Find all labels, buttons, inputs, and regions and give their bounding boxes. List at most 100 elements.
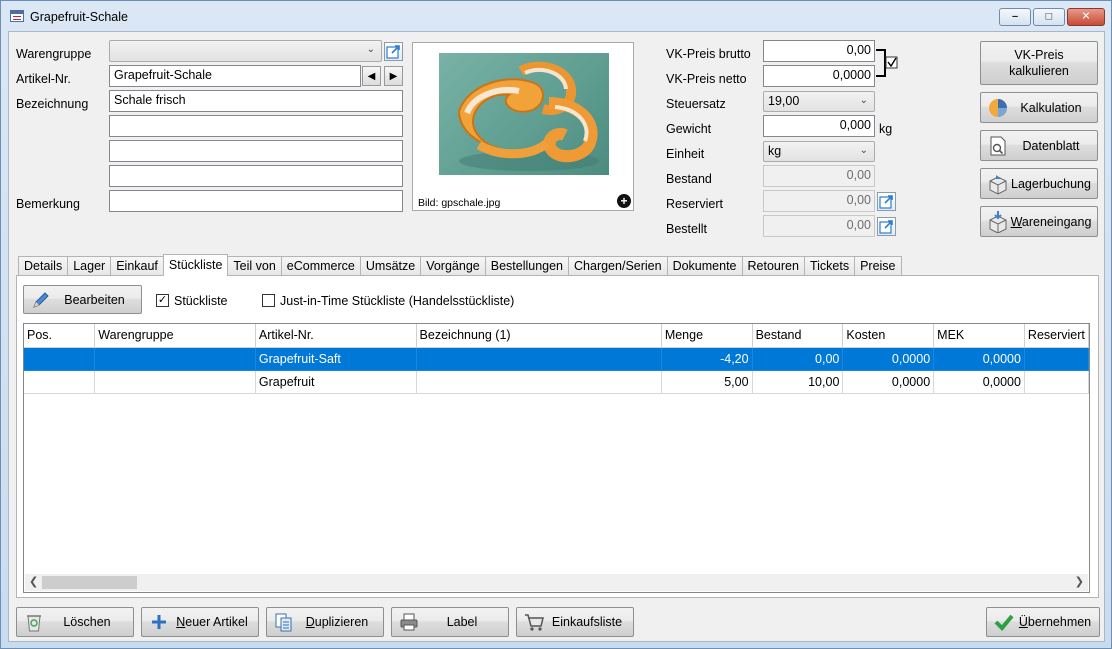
scroll-right-icon[interactable]: ❯ xyxy=(1075,575,1084,588)
cell-warengruppe[interactable] xyxy=(94,370,256,394)
warengruppe-open-button[interactable] xyxy=(384,42,403,61)
article-image-box[interactable]: Bild: gpschale.jpg + xyxy=(412,42,634,211)
tab-preise[interactable]: Preise xyxy=(854,256,902,276)
window-title: Grapefruit-Schale xyxy=(30,10,128,24)
cell-reserviert[interactable] xyxy=(1024,370,1089,394)
cell-pos[interactable] xyxy=(24,370,96,394)
bezeichnung-field-3[interactable] xyxy=(109,140,403,162)
jit-checkbox[interactable] xyxy=(262,294,275,307)
chevron-down-icon: ⌄ xyxy=(366,44,375,55)
steuersatz-select[interactable]: 19,00 ⌄ xyxy=(763,91,875,112)
minimize-button[interactable]: – xyxy=(999,8,1031,26)
column-header[interactable]: MEK xyxy=(933,324,1025,348)
cell-bezeichnung[interactable] xyxy=(416,370,662,394)
tab-dokumente[interactable]: Dokumente xyxy=(666,256,743,276)
tab-stückliste[interactable]: Stückliste xyxy=(162,254,229,276)
bom-grid[interactable]: Pos. Warengruppe Artikel-Nr. Bezeichnung (1… xyxy=(23,323,1090,593)
stueckliste-checkbox-label: Stückliste xyxy=(174,294,228,308)
stueckliste-checkbox[interactable]: ✓ xyxy=(156,294,169,307)
warengruppe-select[interactable]: ⌄ xyxy=(109,40,382,62)
bearbeiten-button[interactable]: Bearbeiten xyxy=(23,285,142,314)
bezeichnung-field[interactable]: Schale frisch xyxy=(109,90,403,112)
add-image-icon[interactable]: + xyxy=(617,194,631,208)
cell-pos[interactable] xyxy=(24,347,96,371)
vk-preis-kalkulieren-button[interactable]: VK-Preis kalkulieren xyxy=(980,41,1098,85)
column-header[interactable]: Pos. xyxy=(24,324,96,348)
external-link-icon xyxy=(879,195,893,209)
tab-lager[interactable]: Lager xyxy=(67,256,112,276)
cell-bestand[interactable]: 10,00 xyxy=(752,370,844,394)
vk-kalk-label-2: kalkulieren xyxy=(1009,64,1069,78)
lagerbuchung-button[interactable]: Lagerbuchung xyxy=(980,168,1098,199)
gewicht-field[interactable]: 0,000 xyxy=(763,115,875,137)
table-row[interactable]: Grapefruit-Saft -4,20 0,00 0,0000 0,0000 xyxy=(24,347,1089,371)
price-link-checkbox[interactable] xyxy=(875,48,905,80)
cell-artikelnr[interactable]: Grapefruit xyxy=(255,370,417,394)
bestellt-open-button[interactable] xyxy=(877,217,896,236)
tab-bestellungen[interactable]: Bestellungen xyxy=(484,256,570,276)
cell-menge[interactable]: 5,00 xyxy=(661,370,753,394)
label-button[interactable]: Label xyxy=(391,607,509,637)
einheit-select[interactable]: kg ⌄ xyxy=(763,141,875,162)
vk-brutto-field[interactable]: 0,00 xyxy=(763,40,875,62)
bezeichnung-field-2[interactable] xyxy=(109,115,403,137)
einkaufsliste-button[interactable]: Einkaufsliste xyxy=(516,607,634,637)
tab-retouren[interactable]: Retouren xyxy=(741,256,805,276)
cell-kosten[interactable]: 0,0000 xyxy=(842,370,935,394)
artikelnr-field[interactable]: Grapefruit-Schale xyxy=(109,65,361,87)
column-header[interactable]: Bezeichnung (1) xyxy=(416,324,662,348)
next-article-button[interactable]: ▶ xyxy=(384,66,403,86)
tab-teil-von[interactable]: Teil von xyxy=(227,256,282,276)
datenblatt-button[interactable]: Datenblatt xyxy=(980,130,1098,161)
warengruppe-label: Warengruppe xyxy=(16,47,92,61)
cell-reserviert[interactable] xyxy=(1024,347,1089,371)
kalkulation-button[interactable]: Kalkulation xyxy=(980,92,1098,123)
tab-chargen-serien[interactable]: Chargen/Serien xyxy=(568,256,668,276)
uebernehmen-button[interactable]: Übernehmen xyxy=(986,607,1100,637)
jit-checkbox-label: Just-in-Time Stückliste (Handelsstücklis… xyxy=(280,294,515,308)
tab-ecommerce[interactable]: eCommerce xyxy=(280,256,361,276)
scroll-left-icon[interactable]: ❮ xyxy=(29,575,38,588)
column-header[interactable]: Warengruppe xyxy=(94,324,256,348)
bestand-label: Bestand xyxy=(666,172,712,186)
horizontal-scrollbar[interactable]: ❮ ❯ xyxy=(25,574,1088,591)
column-header[interactable]: Bestand xyxy=(752,324,844,348)
wareneingang-button[interactable]: Wareneingang xyxy=(980,206,1098,237)
neuer-artikel-button[interactable]: Neuer Artikel xyxy=(141,607,259,637)
maximize-button[interactable]: □ xyxy=(1033,8,1065,26)
cell-artikelnr[interactable]: Grapefruit-Saft xyxy=(255,347,417,371)
tab-vorgänge[interactable]: Vorgänge xyxy=(420,256,486,276)
scrollbar-thumb[interactable] xyxy=(42,576,137,589)
tab-tickets[interactable]: Tickets xyxy=(803,256,856,276)
tab-umsätze[interactable]: Umsätze xyxy=(359,256,422,276)
artikelnr-label: Artikel-Nr. xyxy=(16,72,71,86)
tab-details[interactable]: Details xyxy=(18,256,69,276)
bestellt-label: Bestellt xyxy=(666,222,707,236)
cell-bestand[interactable]: 0,00 xyxy=(752,347,844,371)
cell-mek[interactable]: 0,0000 xyxy=(933,347,1025,371)
column-header[interactable]: Kosten xyxy=(842,324,935,348)
bestellt-field: 0,00 xyxy=(763,215,875,237)
cell-menge[interactable]: -4,20 xyxy=(661,347,753,371)
cell-warengruppe[interactable] xyxy=(94,347,256,371)
cell-bezeichnung[interactable] xyxy=(416,347,662,371)
close-button[interactable]: ✕ xyxy=(1067,8,1105,26)
tab-einkauf[interactable]: Einkauf xyxy=(110,256,164,276)
cell-kosten[interactable]: 0,0000 xyxy=(842,347,935,371)
bestand-field: 0,00 xyxy=(763,165,875,187)
duplizieren-button[interactable]: Duplizieren xyxy=(266,607,384,637)
reserviert-field: 0,00 xyxy=(763,190,875,212)
chevron-down-icon: ⌄ xyxy=(859,145,868,156)
column-header[interactable]: Menge xyxy=(661,324,753,348)
steuersatz-label: Steuersatz xyxy=(666,97,726,111)
column-header[interactable]: Reserviert xyxy=(1024,324,1089,348)
column-header[interactable]: Artikel-Nr. xyxy=(255,324,417,348)
vk-netto-field[interactable]: 0,0000 xyxy=(763,65,875,87)
table-row[interactable]: Grapefruit 5,00 10,00 0,0000 0,0000 xyxy=(24,370,1089,394)
bezeichnung-field-4[interactable] xyxy=(109,165,403,187)
loeschen-button[interactable]: Löschen xyxy=(16,607,134,637)
cell-mek[interactable]: 0,0000 xyxy=(933,370,1025,394)
previous-article-button[interactable]: ◀ xyxy=(362,66,381,86)
bemerkung-field[interactable] xyxy=(109,190,403,212)
reserviert-open-button[interactable] xyxy=(877,192,896,211)
